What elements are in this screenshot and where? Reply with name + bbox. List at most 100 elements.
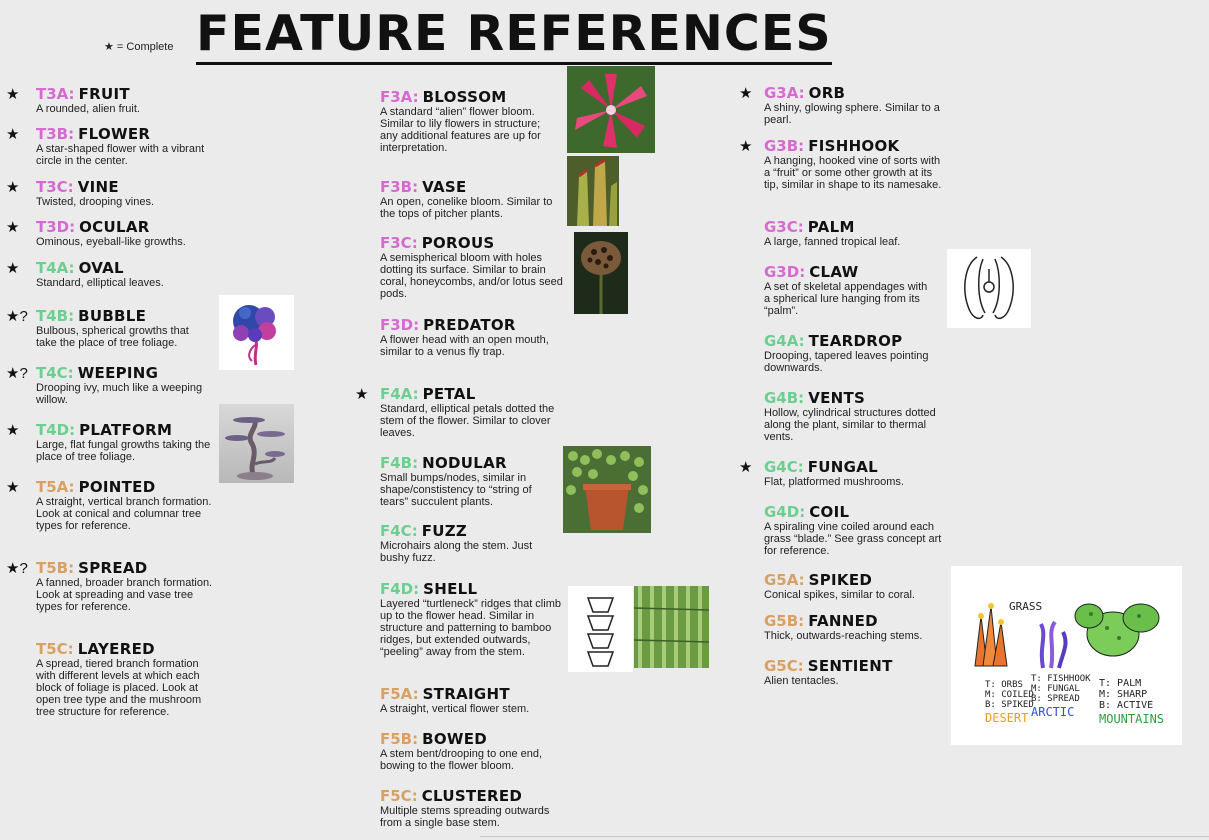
feature-description: Conical spikes, similar to coral. (764, 589, 915, 601)
feature-name: PLATFORM (79, 421, 173, 439)
feature-code: G5B: (764, 612, 805, 630)
feature-name: BOWED (422, 730, 488, 748)
feature-name: FRUIT (78, 85, 130, 103)
feature-heading: T5A: POINTED (36, 479, 218, 496)
feature-name: WEEPING (77, 364, 159, 382)
mountains-t: T: PALM (1099, 678, 1142, 689)
bubble-tree-image (219, 295, 294, 370)
feature-description: A fanned, broader branch formation. Look… (36, 577, 213, 613)
feature-description: A flower head with an open mouth, simila… (380, 334, 549, 358)
lotus-seed-pod-photo (574, 232, 628, 314)
feature-heading: T3C: VINE (36, 179, 218, 196)
feature-entry: F5B: BOWED A stem bent/drooping to one end… (380, 730, 564, 773)
feature-code: G4D: (764, 503, 806, 521)
complete-star-marker: ★? (6, 560, 28, 577)
mountains-b: B: ACTIVE (1099, 700, 1154, 711)
feature-description: Drooping ivy, much like a weeping willow… (36, 382, 203, 406)
feature-description: Multiple stems spreading outwards from a… (380, 805, 550, 829)
feature-entry: T4D: PLATFORM Large, flat fungal growths t… (36, 422, 218, 464)
feature-entry: G3A: ORB A shiny, glowing sphere. Similar … (764, 84, 948, 127)
feature-name: FANNED (808, 612, 878, 630)
feature-name: TEARDROP (808, 332, 903, 350)
feature-name: POINTED (78, 478, 156, 496)
feature-entry: T4B: BUBBLE Bulbous, spherical growths tha… (36, 308, 212, 350)
feature-entry: G5C: SENTIENT Alien tentacles. (764, 658, 948, 688)
feature-code: T3C: (36, 178, 74, 196)
feature-description: Small bumps/nodes, similar in shape/cons… (380, 472, 532, 508)
feature-description: Standard, elliptical petals dotted the s… (380, 403, 555, 439)
feature-description: Bulbous, spherical growths that take the… (36, 325, 189, 349)
feature-heading: F3C: POROUS (380, 235, 566, 252)
feature-entry: F4C: FUZZ Microhairs along the stem. Just … (380, 523, 564, 565)
feature-heading: F4D: SHELL (380, 581, 564, 598)
feature-name: VINE (77, 178, 119, 196)
feature-name: PREDATOR (423, 316, 516, 334)
desert-notes: T: ORBS M: COILED B: SPIKED DESERT (985, 680, 1034, 724)
feature-entry: G4A: TEARDROP Drooping, tapered leaves poi… (764, 332, 934, 375)
mountains-notes: T: PALM M: SHARP B: ACTIVE MOUNTAINS (1099, 678, 1164, 725)
feature-entry: G3D: CLAW A set of skeletal appendages wit… (764, 263, 930, 318)
complete-star-marker: ★ (6, 260, 20, 277)
feature-code: F3A: (380, 88, 419, 106)
feature-code: T4A: (36, 259, 75, 277)
legend: ★ = Complete (104, 41, 174, 53)
feature-name: LAYERED (77, 640, 155, 658)
feature-code: F3C: (380, 234, 418, 252)
feature-name: SPREAD (78, 559, 148, 577)
grass-concept-art: GRASS T: ORBS M: COILED B: SPIKED DESERT… (951, 566, 1182, 745)
feature-entry: T4C: WEEPING Drooping ivy, much like a wee… (36, 364, 218, 407)
feature-heading: G4B: VENTS (764, 390, 948, 407)
feature-description: Thick, outwards-reaching stems. (764, 630, 923, 642)
feature-entry: G4B: VENTS Hollow, cylindrical structures … (764, 390, 948, 444)
feature-entry: F3C: POROUS A semispherical bloom with hol… (380, 235, 566, 301)
feature-code: G5C: (764, 657, 804, 675)
feature-heading: F5A: STRAIGHT (380, 686, 564, 703)
feature-code: F3D: (380, 316, 420, 334)
desert-t: T: ORBS (985, 680, 1023, 690)
feature-code: G4C: (764, 458, 804, 476)
feature-code: T3A: (36, 85, 75, 103)
pitcher-plant-photo (567, 156, 619, 226)
feature-code: T5B: (36, 559, 75, 577)
feature-heading: F4A: PETAL (380, 386, 564, 403)
feature-heading: F3A: BLOSSOM (380, 89, 560, 106)
feature-heading: F4C: FUZZ (380, 523, 564, 540)
grass-title: GRASS (1009, 600, 1043, 613)
feature-description: Twisted, drooping vines. (36, 196, 155, 208)
feature-entry: T5A: POINTED A straight, vertical branch f… (36, 479, 218, 533)
feature-name: PETAL (422, 385, 476, 403)
feature-description: A standard “alien” flower bloom. Similar… (380, 106, 541, 154)
feature-name: POROUS (421, 234, 495, 252)
feature-entry: F4B: NODULAR Small bumps/nodes, similar in… (380, 455, 556, 509)
feature-heading: T5C: LAYERED (36, 641, 218, 658)
complete-star-marker: ★ (6, 126, 20, 143)
feature-description: A hanging, hooked vine of sorts with a “… (764, 155, 942, 191)
feature-code: G3D: (764, 263, 806, 281)
feature-entry: T4A: OVAL Standard, elliptical leaves. (36, 259, 218, 290)
feature-name: OCULAR (79, 218, 150, 236)
feature-code: G3B: (764, 137, 805, 155)
feature-heading: G5C: SENTIENT (764, 658, 948, 675)
feature-description: Large, flat fungal growths taking the pl… (36, 439, 211, 463)
feature-entry: T5C: LAYERED A spread, tiered branch forma… (36, 641, 218, 719)
feature-description: A rounded, alien fruit. (36, 103, 140, 115)
page-title: FEATURE REFERENCES (196, 8, 832, 65)
feature-entry: G5B: FANNED Thick, outwards-reaching stems… (764, 612, 948, 643)
feature-code: T3D: (36, 218, 76, 236)
complete-star-marker: ★ (6, 422, 20, 439)
feature-code: T4B: (36, 307, 75, 325)
lily-flower-photo (567, 66, 655, 153)
feature-entry: T3D: OCULAR Ominous, eyeball-like growths. (36, 218, 218, 249)
feature-description: Standard, elliptical leaves. (36, 277, 164, 289)
feature-entry: F5C: CLUSTERED Multiple stems spreading ou… (380, 788, 564, 830)
feature-name: ORB (808, 84, 846, 102)
feature-code: T3B: (36, 125, 75, 143)
feature-heading: T4D: PLATFORM (36, 422, 218, 439)
feature-description: Microhairs along the stem. Just bushy fu… (380, 540, 533, 564)
feature-description: A straight, vertical flower stem. (380, 703, 530, 715)
feature-entry: T3A: FRUIT A rounded, alien fruit. (36, 85, 218, 116)
feature-heading: T4B: BUBBLE (36, 308, 212, 325)
feature-description: Layered “turtleneck” ridges that climb u… (380, 598, 561, 658)
feature-entry: F4D: SHELL Layered “turtleneck” ridges tha… (380, 581, 564, 659)
feature-heading: G4C: FUNGAL (764, 459, 948, 476)
